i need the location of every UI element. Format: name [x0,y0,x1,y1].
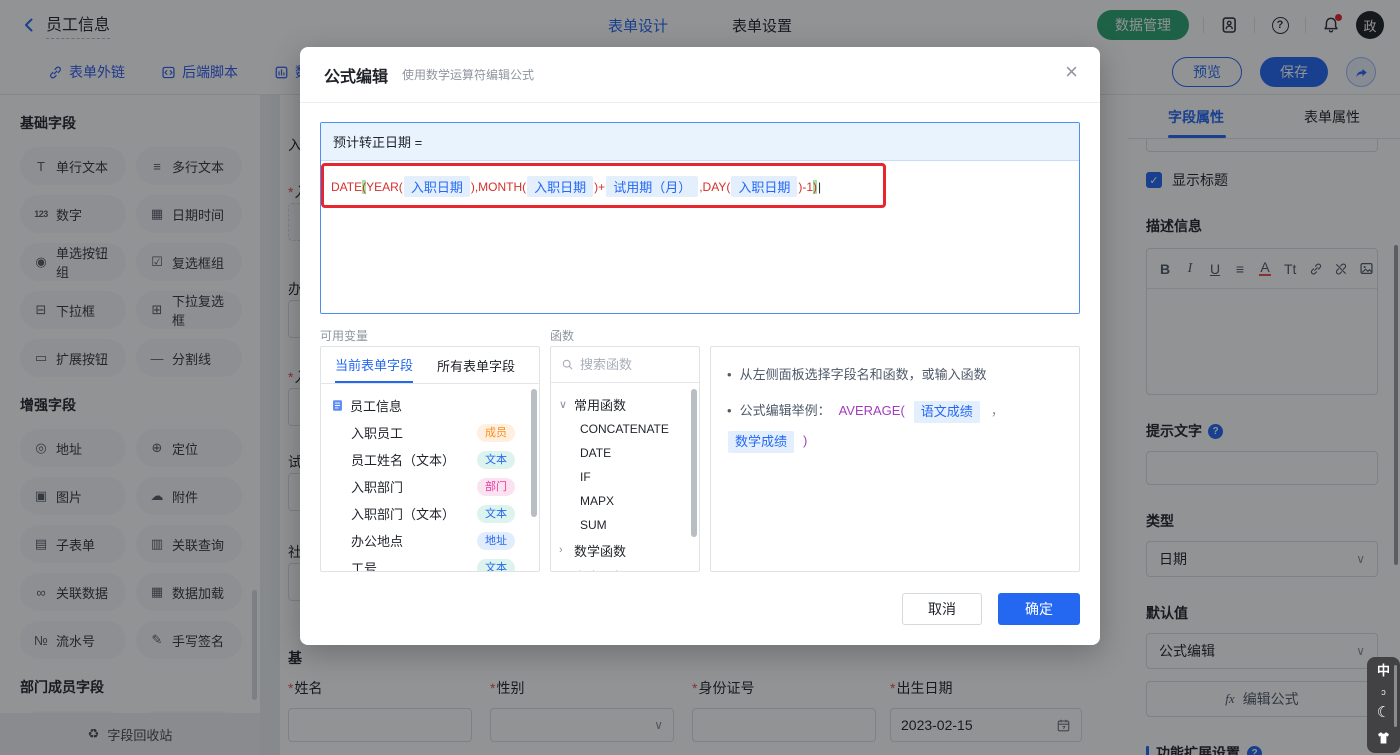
form-doc-icon [331,399,344,412]
variable-item[interactable]: 入职部门 部门 [331,473,529,500]
variable-item[interactable]: 入职部门（文本） 文本 [331,500,529,527]
translate-extension-widget: 中 ɔ ☾ [1367,657,1400,753]
formula-target: 预计转正日期 = [321,123,1079,161]
example-chip: 数学成绩 [728,431,795,453]
tip-line-2: • 公式编辑举例： AVERAGE( 语文成绩 ， 数学成绩 ) [727,401,1063,453]
chevron-right-icon: › [559,570,569,571]
variables-label: 可用变量 [320,329,369,343]
dark-mode-moon-icon[interactable]: ☾ [1377,705,1390,720]
field-chip[interactable]: 试用期（月） [606,176,699,197]
type-badge: 成员 [477,423,515,442]
function-item[interactable]: IF [559,465,691,489]
function-group-text[interactable]: ›文本函数 [559,563,691,572]
function-item[interactable]: CONCATENATE [559,417,691,441]
close-icon[interactable]: × [1065,61,1078,83]
form-node[interactable]: 员工信息 [331,392,529,419]
chevron-down-icon: ∨ [559,398,568,411]
text-cursor: | [818,179,822,194]
formula-body[interactable]: DATE(YEAR(入职日期),MONTH(入职日期)+ 试用期（月） ,DAY(入… [321,161,1079,313]
type-badge: 文本 [477,450,515,469]
function-group-math[interactable]: › 数学函数 [559,537,691,563]
function-item[interactable]: DATE [559,441,691,465]
tab-all-form-fields[interactable]: 所有表单字段 [437,347,515,383]
search-icon [561,358,574,371]
field-chip[interactable]: 入职日期 [527,176,594,197]
theme-shirt-icon[interactable] [1376,731,1391,745]
function-group-common[interactable]: ∨ 常用函数 [559,391,691,417]
example-chip: 语文成绩 [913,401,980,423]
widget-scrollbar [1394,665,1397,727]
functions-panel: ∨常用函数 CONCATENATE DATE IF MAPX SUM ›数学函数… [550,346,700,572]
confirm-button[interactable]: 确定 [998,593,1080,625]
type-badge: 部门 [477,477,515,496]
field-chip[interactable]: 入职日期 [731,176,798,197]
screen: 员工信息 表单设计 表单设置 数据管理 ? 政 表单外链 后端脚本 预览 保存 … [0,0,1400,755]
type-badge: 地址 [477,531,515,550]
language-small-icon: ɔ [1381,686,1386,697]
cancel-button[interactable]: 取消 [902,593,982,625]
type-badge: 文本 [477,558,515,571]
function-search-input[interactable] [580,357,670,372]
variable-item[interactable]: 入职员工 成员 [331,419,529,446]
function-item[interactable]: MAPX [559,489,691,513]
variable-item[interactable]: 员工姓名（文本） 文本 [331,446,529,473]
formula-expression[interactable]: DATE(YEAR(入职日期),MONTH(入职日期)+ 试用期（月） ,DAY(入… [321,161,1079,197]
language-toggle-icon[interactable]: 中 [1377,664,1390,677]
formula-edit-modal: 公式编辑 使用数学运算符编辑公式 × 预计转正日期 = DATE(YEAR(入职… [300,47,1100,645]
modal-title: 公式编辑 [324,68,389,86]
field-chip[interactable]: 入职日期 [403,176,470,197]
type-badge: 文本 [477,504,515,523]
functions-label: 函数 [550,329,575,343]
chevron-right-icon: › [559,544,563,556]
matched-paren: ) [813,179,818,194]
variables-scrollbar[interactable] [531,389,537,517]
variables-panel: 当前表单字段 所有表单字段 员工信息 入职员工 成员 员工姓名（文本） 文本 入职部… [320,346,540,572]
variable-item[interactable]: 办公地点 地址 [331,527,529,554]
functions-scrollbar[interactable] [691,389,697,537]
function-item[interactable]: SUM [559,513,691,537]
function-search[interactable] [551,347,699,383]
variable-item[interactable]: 工号 文本 [331,554,529,571]
tab-current-form-fields[interactable]: 当前表单字段 [335,347,414,383]
modal-subtitle: 使用数学运算符编辑公式 [402,68,535,82]
formula-editor: 预计转正日期 = DATE(YEAR(入职日期),MONTH(入职日期)+ 试用期… [320,122,1080,314]
tip-line-1: • 从左侧面板选择字段名和函数，或输入函数 [727,367,987,382]
tips-panel: • 从左侧面板选择字段名和函数，或输入函数 • 公式编辑举例： AVERAGE(… [710,346,1080,572]
